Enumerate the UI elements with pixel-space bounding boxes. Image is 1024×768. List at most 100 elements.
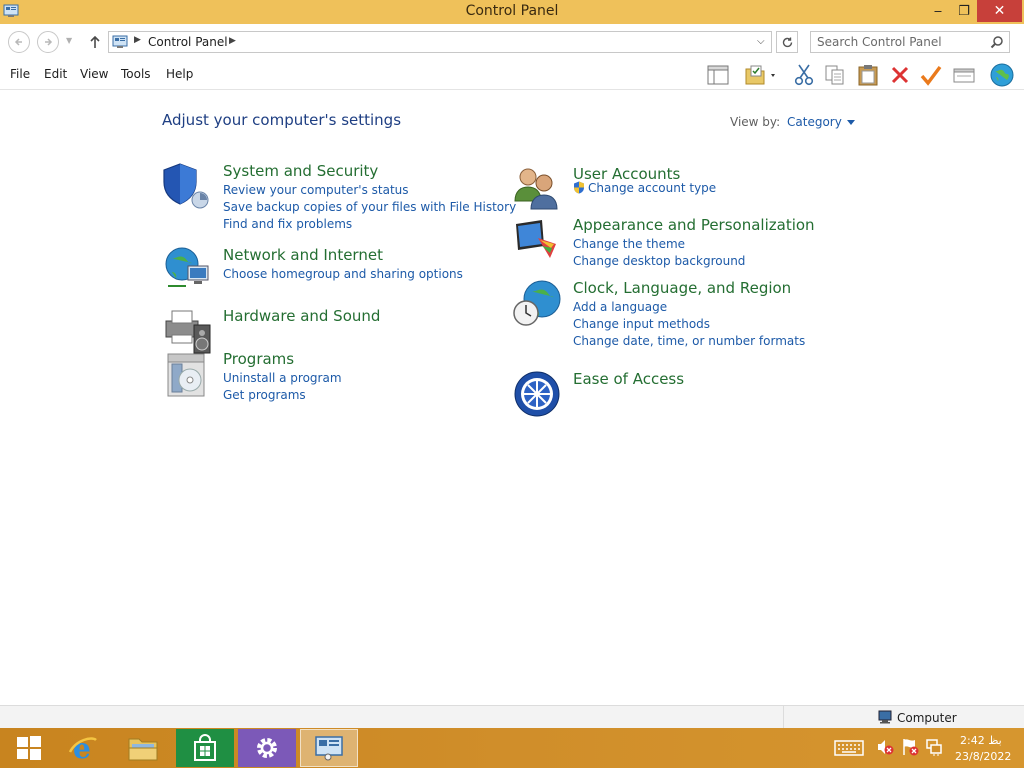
users-icon[interactable] bbox=[512, 165, 562, 213]
layout-pane-icon bbox=[707, 65, 729, 85]
category-title[interactable]: Ease of Access bbox=[573, 370, 684, 388]
delete-button[interactable] bbox=[887, 63, 913, 87]
taskbar: e 2:42 بظ 23/8/2022 bbox=[0, 728, 1024, 768]
link-change-date-time-formats[interactable]: Change date, time, or number formats bbox=[573, 333, 805, 350]
computer-icon bbox=[878, 710, 892, 724]
link-change-input-methods[interactable]: Change input methods bbox=[573, 316, 805, 333]
folder-options-button[interactable] bbox=[743, 63, 779, 87]
menu-edit[interactable]: Edit bbox=[44, 67, 67, 81]
svg-text:e: e bbox=[73, 732, 91, 764]
programs-disc-icon[interactable] bbox=[162, 350, 212, 398]
link-change-theme[interactable]: Change the theme bbox=[573, 236, 745, 253]
folder-check-icon bbox=[745, 65, 775, 85]
status-divider bbox=[783, 706, 784, 729]
menu-file[interactable]: File bbox=[10, 67, 30, 81]
ease-of-access-icon[interactable] bbox=[512, 370, 562, 418]
search-box[interactable] bbox=[810, 31, 1010, 53]
category-links: Change the theme Change desktop backgrou… bbox=[573, 236, 745, 270]
uac-shield-icon bbox=[574, 181, 584, 194]
breadcrumb-separator[interactable]: ▶ bbox=[134, 35, 141, 45]
taskbar-file-explorer[interactable] bbox=[114, 729, 172, 767]
link-change-account-type[interactable]: Change account type bbox=[573, 180, 716, 197]
menu-help[interactable]: Help bbox=[166, 67, 193, 81]
link-review-status[interactable]: Review your computer's status bbox=[223, 182, 516, 199]
category-links: Review your computer's status Save backu… bbox=[223, 182, 516, 233]
arrow-right-icon bbox=[45, 38, 53, 46]
link-file-history[interactable]: Save backup copies of your files with Fi… bbox=[223, 199, 516, 216]
link-change-account-type-label: Change account type bbox=[588, 181, 717, 195]
globe-icon bbox=[990, 63, 1014, 87]
action-center-flag-icon[interactable] bbox=[901, 738, 919, 756]
up-button[interactable] bbox=[86, 32, 104, 52]
search-input[interactable] bbox=[817, 34, 987, 50]
delete-icon bbox=[891, 66, 909, 84]
layout-pane-button[interactable] bbox=[705, 63, 731, 87]
link-find-fix-problems[interactable]: Find and fix problems bbox=[223, 216, 516, 233]
forward-button[interactable] bbox=[37, 31, 59, 53]
copy-button[interactable] bbox=[822, 63, 848, 87]
category-title[interactable]: Clock, Language, and Region bbox=[573, 279, 791, 297]
back-button[interactable] bbox=[8, 31, 30, 53]
page-title: Adjust your computer's settings bbox=[162, 111, 402, 129]
navigation-bar: ▼ ▶ Control Panel ▶ ⌵ bbox=[0, 24, 1024, 60]
arrow-up-icon bbox=[90, 35, 100, 48]
address-bar[interactable]: ▶ Control Panel ▶ ⌵ bbox=[108, 31, 772, 53]
store-bag-icon bbox=[194, 734, 216, 761]
refresh-icon bbox=[782, 37, 792, 47]
cut-button[interactable] bbox=[791, 63, 817, 87]
taskbar-store[interactable] bbox=[176, 729, 234, 767]
status-bar: Computer bbox=[0, 705, 1024, 729]
taskbar-control-panel[interactable] bbox=[300, 729, 358, 767]
category-links: Choose homegroup and sharing options bbox=[223, 266, 463, 283]
category-title[interactable]: Hardware and Sound bbox=[223, 307, 380, 325]
link-change-desktop-background[interactable]: Change desktop background bbox=[573, 253, 745, 270]
control-panel-icon bbox=[315, 736, 343, 761]
menu-toolbar-bar: File Edit View Tools Help bbox=[0, 60, 1024, 90]
touch-keyboard-icon[interactable] bbox=[834, 740, 864, 756]
check-icon bbox=[920, 65, 942, 86]
start-button[interactable] bbox=[0, 729, 58, 767]
gear-icon bbox=[257, 738, 277, 758]
menu-tools[interactable]: Tools bbox=[121, 67, 151, 81]
minimize-button[interactable]: ‒ bbox=[925, 0, 951, 22]
clock-time[interactable]: 2:42 بظ bbox=[960, 734, 1002, 747]
network-globe-icon[interactable] bbox=[162, 246, 212, 294]
category-title[interactable]: System and Security bbox=[223, 162, 378, 180]
cut-icon bbox=[794, 64, 814, 86]
address-history-dropdown[interactable]: ⌵ bbox=[757, 36, 765, 47]
printer-speaker-icon[interactable] bbox=[162, 307, 212, 355]
close-button[interactable]: ✕ bbox=[977, 0, 1022, 22]
category-title[interactable]: Programs bbox=[223, 350, 294, 368]
monitor-palette-icon[interactable] bbox=[512, 216, 562, 264]
category-links: Uninstall a program Get programs bbox=[223, 370, 342, 404]
maximize-button[interactable]: ❐ bbox=[951, 0, 977, 22]
network-icon[interactable] bbox=[926, 738, 942, 756]
breadcrumb-control-panel[interactable]: Control Panel bbox=[148, 35, 228, 49]
status-location: Computer bbox=[897, 711, 957, 725]
windows-logo-icon bbox=[17, 736, 41, 760]
link-add-language[interactable]: Add a language bbox=[573, 299, 805, 316]
category-title[interactable]: Network and Internet bbox=[223, 246, 383, 264]
properties-button[interactable] bbox=[951, 63, 977, 87]
apply-button[interactable] bbox=[918, 63, 944, 87]
view-by-dropdown[interactable]: Category bbox=[787, 115, 855, 129]
refresh-button[interactable] bbox=[776, 31, 798, 53]
paste-icon bbox=[858, 65, 878, 86]
speaker-muted-icon[interactable] bbox=[876, 738, 894, 756]
globe-button[interactable] bbox=[989, 63, 1015, 87]
menu-view[interactable]: View bbox=[80, 67, 108, 81]
link-homegroup-sharing[interactable]: Choose homegroup and sharing options bbox=[223, 266, 463, 283]
taskbar-settings[interactable] bbox=[238, 729, 296, 767]
recent-locations-dropdown[interactable]: ▼ bbox=[66, 36, 72, 45]
link-get-programs[interactable]: Get programs bbox=[223, 387, 342, 404]
link-uninstall-program[interactable]: Uninstall a program bbox=[223, 370, 342, 387]
breadcrumb-separator[interactable]: ▶ bbox=[229, 36, 236, 46]
clock-globe-icon[interactable] bbox=[512, 279, 562, 327]
paste-button[interactable] bbox=[855, 63, 881, 87]
category-title[interactable]: Appearance and Personalization bbox=[573, 216, 815, 234]
search-icon[interactable] bbox=[990, 35, 1004, 49]
taskbar-internet-explorer[interactable]: e bbox=[54, 729, 112, 767]
clock-date[interactable]: 23/8/2022 bbox=[955, 750, 1011, 763]
shield-icon[interactable] bbox=[162, 162, 212, 210]
internet-explorer-icon: e bbox=[68, 732, 97, 764]
